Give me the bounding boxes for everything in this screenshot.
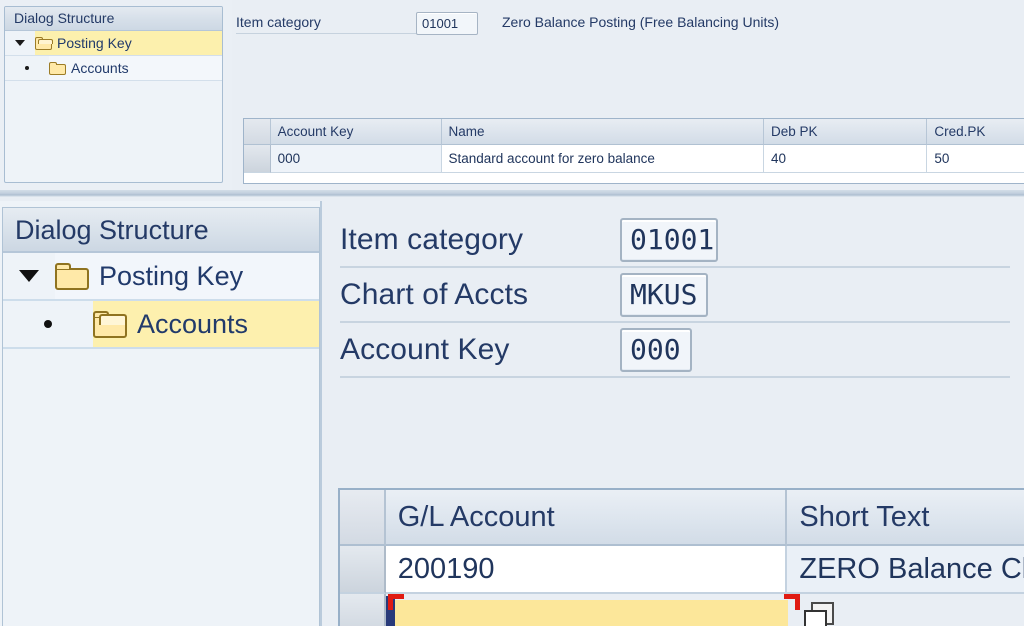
tree-empty-area — [5, 81, 222, 181]
detail-form: Item category 01001 Chart of Accts MKUS … — [340, 213, 1010, 378]
column-header-deb-pk[interactable]: Deb PK — [764, 119, 928, 145]
item-category-label: Item category — [340, 222, 524, 256]
dialog-structure-tree-overview: Dialog Structure Posting Key Accounts — [4, 6, 223, 183]
required-field-bracket-top-left — [387, 594, 404, 610]
column-header-cred-pk[interactable]: Cred.PK — [927, 119, 1024, 145]
panel-divider — [0, 190, 1024, 197]
table-header-row: G/L Account Short Text — [340, 490, 1024, 546]
overview-panel: Dialog Structure Posting Key Accounts It… — [0, 0, 1024, 190]
folder-closed-icon — [49, 61, 66, 75]
gl-accounts-table: G/L Account Short Text 200190 ZERO Balan… — [338, 488, 1024, 626]
cell-cred-pk[interactable]: 50 — [927, 145, 1024, 173]
chevron-down-icon — [15, 40, 25, 46]
tree-item-posting-key[interactable]: Posting Key — [3, 253, 319, 301]
table-row-active[interactable] — [340, 594, 1024, 626]
cell-account-key[interactable]: 000 — [270, 145, 442, 173]
chart-of-accts-field[interactable]: MKUS — [620, 272, 708, 317]
value-help-icon[interactable] — [803, 602, 838, 626]
bullet-icon — [44, 320, 52, 328]
detail-panel: Dialog Structure Posting Key Accounts It… — [0, 197, 1024, 626]
tree-item-accounts[interactable]: Accounts — [3, 301, 319, 349]
page-title: Zero Balance Posting (Free Balancing Uni… — [502, 14, 780, 30]
dialog-structure-tree-detail: Dialog Structure Posting Key Accounts — [0, 201, 322, 626]
tree-item-label: Accounts — [71, 59, 129, 76]
tree-bullet-marker — [3, 301, 93, 347]
tree-item-label: Posting Key — [99, 260, 244, 291]
column-header-name[interactable]: Name — [441, 119, 765, 145]
cell-deb-pk[interactable]: 40 — [764, 145, 928, 173]
account-key-label: Account Key — [340, 332, 510, 366]
required-field-bracket-top-right — [783, 594, 800, 610]
dialog-structure-title: Dialog Structure — [5, 7, 222, 31]
folder-open-icon — [35, 36, 53, 50]
form-row-chart-of-accts: Chart of Accts MKUS — [340, 268, 1010, 323]
tree-item-posting-key[interactable]: Posting Key — [5, 31, 222, 56]
column-header-gl-account[interactable]: G/L Account — [385, 490, 788, 546]
tree-item-label: Accounts — [137, 308, 249, 339]
form-row-item-category: Item category 01001 — [340, 213, 1010, 268]
select-all-header[interactable] — [244, 119, 271, 145]
dialog-structure-title: Dialog Structure — [3, 208, 319, 253]
tree-expand-toggle[interactable] — [5, 31, 35, 55]
account-key-field[interactable]: 000 — [620, 327, 692, 372]
folder-closed-icon — [55, 262, 89, 290]
item-category-field[interactable]: 01001 — [620, 217, 718, 262]
chevron-down-icon — [19, 270, 39, 282]
item-category-field[interactable]: 01001 — [416, 12, 478, 35]
item-category-label: Item category — [236, 14, 416, 34]
tree-item-label: Posting Key — [57, 34, 132, 51]
column-header-account-key[interactable]: Account Key — [270, 119, 442, 145]
cell-short-text[interactable]: ZERO Balance Clearin — [787, 546, 1024, 594]
row-selector[interactable] — [340, 594, 386, 626]
cell-gl-account-active[interactable] — [385, 594, 834, 626]
bullet-icon — [25, 66, 29, 70]
tree-expand-toggle[interactable] — [3, 253, 55, 299]
cell-gl-account[interactable]: 200190 — [385, 546, 788, 594]
column-header-short-text[interactable]: Short Text — [787, 490, 1024, 546]
gl-account-input[interactable] — [391, 600, 788, 626]
chart-of-accts-label: Chart of Accts — [340, 277, 529, 311]
select-all-header[interactable] — [340, 490, 386, 546]
table-row[interactable]: 000 Standard account for zero balance 40… — [244, 145, 1024, 173]
tree-item-accounts[interactable]: Accounts — [5, 56, 222, 81]
cell-name[interactable]: Standard account for zero balance — [441, 145, 765, 173]
form-row-account-key: Account Key 000 — [340, 323, 1010, 378]
accounts-table-overview: Account Key Name Deb PK Cred.PK 000 Stan… — [243, 118, 1024, 184]
table-row[interactable]: 200190 ZERO Balance Clearin — [340, 546, 1024, 594]
detail-main-area: Item category 01001 Chart of Accts MKUS … — [326, 197, 1024, 626]
table-header-row: Account Key Name Deb PK Cred.PK — [244, 119, 1024, 145]
row-selector[interactable] — [244, 145, 271, 173]
row-selector[interactable] — [340, 546, 386, 594]
tree-bullet-marker — [5, 56, 49, 80]
folder-open-icon — [93, 310, 127, 338]
overview-form: Item category 01001 — [236, 12, 478, 35]
